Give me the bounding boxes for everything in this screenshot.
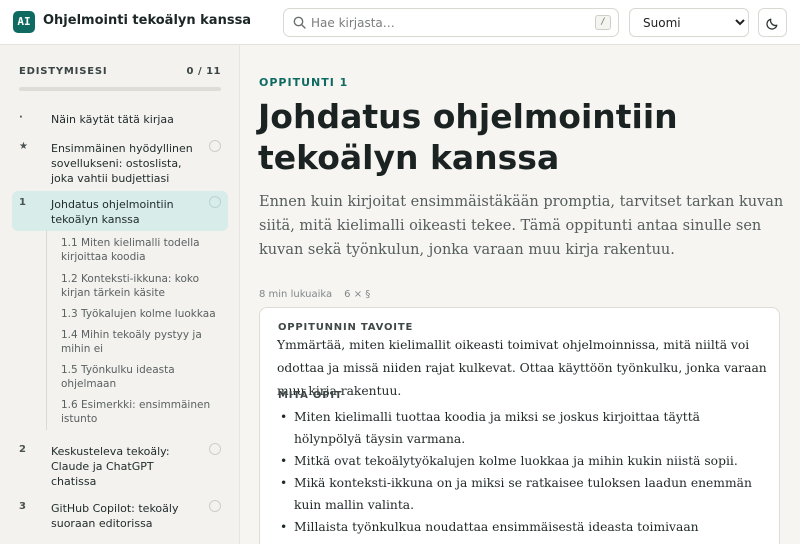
sidebar-item-number: ★ bbox=[19, 141, 28, 152]
goal-text: Ymmärtää, miten kielimallit oikeasti toi… bbox=[277, 338, 767, 398]
section-link-1-1[interactable]: 1.1 Miten kielimalli todella kirjoittaa … bbox=[61, 236, 221, 264]
completion-circle-icon[interactable] bbox=[209, 443, 221, 455]
learn-heading: MITÄ OPIT bbox=[278, 390, 343, 401]
sidebar-item-label: GitHub Copilot: tekoäly suoraan editoris… bbox=[51, 502, 179, 530]
sidebar-item-number: 1 bbox=[19, 197, 26, 208]
lesson-eyebrow: OPPITUNTI 1 bbox=[259, 76, 349, 89]
list-item: Miten kielimalli tuottaa koodia ja miksi… bbox=[277, 406, 767, 450]
language-select[interactable]: Suomi bbox=[629, 8, 749, 37]
section-link-1-5[interactable]: 1.5 Työnkulku ideasta ohjelmaan bbox=[61, 363, 221, 391]
section-link-1-4[interactable]: 1.4 Mihin tekoäly pystyy ja mihin ei bbox=[61, 328, 221, 356]
moon-icon bbox=[766, 18, 778, 30]
search-shortcut-hint: / bbox=[595, 15, 611, 30]
theme-toggle-button[interactable] bbox=[758, 8, 787, 37]
sidebar-item-lesson-1[interactable]: 1 Johdatus ohjelmointiin tekoälyn kanssa bbox=[12, 191, 228, 231]
sidebar-item-lesson-3[interactable]: 3 GitHub Copilot: tekoäly suoraan editor… bbox=[12, 495, 228, 535]
search-box[interactable]: / bbox=[283, 8, 619, 37]
section-link-1-3[interactable]: 1.3 Työkalujen kolme luokkaa bbox=[61, 307, 221, 321]
sidebar: EDISTYMISESI 0 / 11 · Näin käytät tätä k… bbox=[0, 45, 240, 544]
sidebar-item-label: Ensimmäinen hyödyllinen sovellukseni: os… bbox=[51, 142, 193, 185]
section-link-1-6[interactable]: 1.6 Esimerkki: ensimmäinen istunto bbox=[61, 398, 221, 426]
lesson-title: Johdatus ohjelmointiin tekoälyn kanssa bbox=[258, 97, 678, 177]
lesson-content: OPPITUNTI 1 Johdatus ohjelmointiin tekoä… bbox=[240, 45, 800, 544]
lesson-section-list: 1.1 Miten kielimalli todella kirjoittaa … bbox=[46, 230, 230, 430]
sidebar-item-how-to-use[interactable]: · Näin käytät tätä kirjaa bbox=[12, 106, 228, 130]
list-item: Mikä konteksti-ikkuna on ja miksi se rat… bbox=[277, 472, 767, 516]
sidebar-item-label: Näin käytät tätä kirjaa bbox=[51, 113, 174, 126]
completion-circle-icon[interactable] bbox=[209, 140, 221, 152]
app-title[interactable]: Ohjelmointi tekoälyn kanssa bbox=[43, 13, 251, 28]
top-bar: AI Ohjelmointi tekoälyn kanssa / Suomi bbox=[0, 0, 800, 45]
search-input[interactable] bbox=[311, 13, 571, 33]
sidebar-item-label: Johdatus ohjelmointiin tekoälyn kanssa bbox=[51, 198, 174, 226]
goal-heading: OPPITUNNIN TAVOITE bbox=[278, 322, 414, 333]
objectives-card: OPPITUNNIN TAVOITE Ymmärtää, miten kieli… bbox=[259, 307, 780, 544]
completion-circle-icon[interactable] bbox=[209, 196, 221, 208]
search-icon bbox=[293, 16, 306, 29]
section-count: 6 × § bbox=[344, 289, 371, 300]
sidebar-item-number: 2 bbox=[19, 444, 26, 455]
sidebar-item-lesson-2[interactable]: 2 Keskusteleva tekoäly: Claude ja ChatGP… bbox=[12, 438, 228, 488]
sidebar-item-number: 3 bbox=[19, 501, 26, 512]
lesson-meta: 8 min lukuaika 6 × § bbox=[259, 289, 370, 300]
section-link-1-2[interactable]: 1.2 Konteksti-ikkuna: koko kirjan tärkei… bbox=[61, 272, 221, 300]
list-item: Millaista työnkulkua noudattaa ensimmäis… bbox=[277, 516, 767, 544]
progress-count: 0 / 11 bbox=[186, 66, 221, 77]
read-time: 8 min lukuaika bbox=[259, 289, 333, 300]
lesson-intro: Ennen kuin kirjoitat ensimmäistäkään pro… bbox=[259, 194, 784, 258]
progress-bar bbox=[19, 87, 221, 91]
completion-circle-icon[interactable] bbox=[209, 500, 221, 512]
sidebar-item-first-app[interactable]: ★ Ensimmäinen hyödyllinen sovellukseni: … bbox=[12, 135, 228, 185]
list-item: Mitkä ovat tekoälytyökalujen kolme luokk… bbox=[277, 450, 767, 472]
learn-list: Miten kielimalli tuottaa koodia ja miksi… bbox=[277, 406, 767, 544]
progress-label: EDISTYMISESI bbox=[19, 66, 108, 77]
logo[interactable]: AI bbox=[13, 11, 35, 33]
sidebar-item-number: · bbox=[19, 112, 23, 123]
sidebar-item-label: Keskusteleva tekoäly: Claude ja ChatGPT … bbox=[51, 445, 170, 488]
